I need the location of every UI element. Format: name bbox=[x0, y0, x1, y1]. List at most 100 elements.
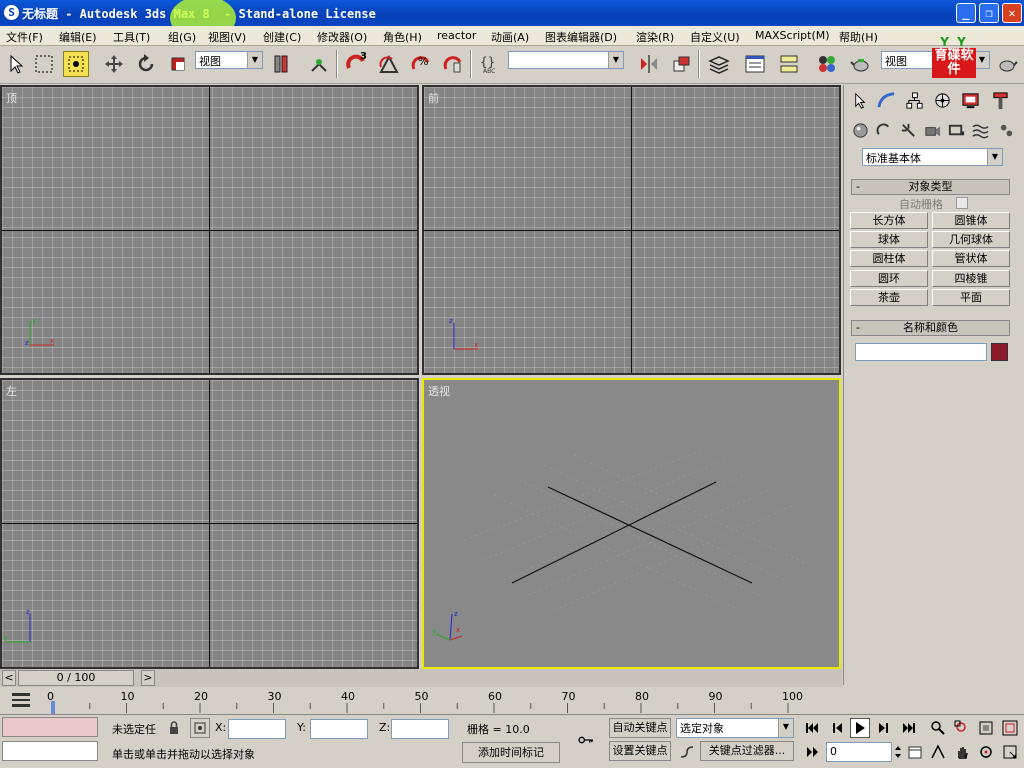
pyramid-button[interactable]: 四棱锥 bbox=[932, 270, 1010, 287]
set-key-button[interactable]: 设置关键点 bbox=[609, 741, 671, 761]
menu-modifiers[interactable]: 修改器(O) bbox=[317, 29, 367, 45]
mirror-button[interactable] bbox=[636, 51, 662, 77]
front-viewport[interactable]: 前 zx bbox=[422, 85, 841, 375]
app-logo-icon[interactable]: S bbox=[4, 5, 19, 20]
box-button[interactable]: 长方体 bbox=[850, 212, 928, 229]
z-coordinate-input[interactable] bbox=[391, 719, 449, 739]
selection-lock-toggle[interactable] bbox=[164, 718, 184, 738]
menu-character[interactable]: 角色(H) bbox=[383, 29, 422, 45]
zoom-extents-all-button[interactable] bbox=[1000, 718, 1020, 738]
utilities-tab[interactable] bbox=[988, 89, 1012, 111]
object-color-swatch[interactable] bbox=[991, 343, 1008, 361]
object-name-input[interactable] bbox=[855, 343, 987, 361]
menu-create[interactable]: 创建(C) bbox=[263, 29, 301, 45]
set-key-big-button[interactable] bbox=[565, 725, 607, 755]
helpers-category-button[interactable] bbox=[944, 119, 968, 141]
menu-reactor[interactable]: reactor bbox=[437, 29, 476, 42]
close-button[interactable]: ✕ bbox=[1002, 3, 1022, 23]
menu-group[interactable]: 组(G) bbox=[168, 29, 196, 45]
modify-tab[interactable] bbox=[874, 89, 898, 111]
key-filters-button[interactable]: 关键点过滤器... bbox=[700, 741, 794, 761]
snap-toggle-button[interactable]: 3 bbox=[343, 51, 369, 77]
left-viewport[interactable]: 左 zy bbox=[0, 378, 419, 669]
cylinder-button[interactable]: 圆柱体 bbox=[850, 250, 928, 267]
menu-help[interactable]: 帮助(H) bbox=[839, 29, 878, 45]
select-move-button[interactable] bbox=[101, 51, 127, 77]
angle-snap-button[interactable] bbox=[376, 51, 402, 77]
spacewarps-category-button[interactable] bbox=[968, 119, 992, 141]
render-type-select[interactable]: 视图 bbox=[881, 51, 937, 69]
maximize-button[interactable]: ❐ bbox=[979, 3, 999, 23]
motion-tab[interactable] bbox=[930, 89, 954, 111]
menu-edit[interactable]: 编辑(E) bbox=[59, 29, 97, 45]
window-crossing-button[interactable] bbox=[63, 51, 89, 77]
top-viewport[interactable]: 顶 y x z bbox=[0, 85, 419, 375]
menu-file[interactable]: 文件(F) bbox=[6, 29, 43, 45]
plane-button[interactable]: 平面 bbox=[932, 289, 1010, 306]
frame-spinner[interactable] bbox=[893, 742, 903, 762]
y-coordinate-input[interactable] bbox=[310, 719, 368, 739]
time-slider-thumb[interactable]: 0 / 100 bbox=[18, 670, 134, 686]
play-button[interactable] bbox=[850, 718, 870, 738]
cameras-category-button[interactable] bbox=[920, 119, 944, 141]
zoom-extents-button[interactable] bbox=[976, 718, 996, 738]
key-selection-set-select[interactable]: 选定对象 ▼ bbox=[676, 718, 794, 738]
name-color-rollout[interactable]: - 名称和颜色 bbox=[851, 320, 1010, 336]
object-type-rollout[interactable]: - 对象类型 bbox=[851, 179, 1010, 195]
zoom-all-button[interactable] bbox=[952, 718, 972, 738]
select-manipulate-button[interactable] bbox=[306, 51, 332, 77]
maxscript-input-field[interactable] bbox=[2, 741, 98, 761]
align-button[interactable] bbox=[668, 51, 694, 77]
hierarchy-tab[interactable] bbox=[902, 89, 926, 111]
cone-button[interactable]: 圆锥体 bbox=[932, 212, 1010, 229]
edit-named-selection-button[interactable]: {} ABC bbox=[477, 51, 503, 77]
zoom-button[interactable] bbox=[928, 718, 948, 738]
object-category-select[interactable]: 标准基本体 ▼ bbox=[862, 148, 1003, 166]
arc-rotate-button[interactable] bbox=[976, 742, 996, 762]
teapot-button[interactable]: 茶壶 bbox=[850, 289, 928, 306]
current-frame-marker[interactable] bbox=[51, 701, 55, 714]
go-to-start-button[interactable] bbox=[802, 718, 822, 738]
auto-key-button[interactable]: 自动关键点 bbox=[609, 718, 671, 738]
display-tab[interactable] bbox=[958, 89, 982, 111]
menu-graph-editors[interactable]: 图表编辑器(D) bbox=[545, 29, 617, 45]
menu-customize[interactable]: 自定义(U) bbox=[690, 29, 740, 45]
select-rotate-button[interactable] bbox=[133, 51, 159, 77]
systems-category-button[interactable] bbox=[994, 119, 1018, 141]
time-prev-button[interactable]: < bbox=[2, 670, 16, 686]
key-mode-toggle[interactable] bbox=[802, 742, 822, 762]
geometry-category-button[interactable] bbox=[848, 119, 872, 141]
maximize-viewport-button[interactable] bbox=[1000, 742, 1020, 762]
mini-curve-editor-button[interactable] bbox=[10, 691, 32, 709]
maxscript-listener-field[interactable] bbox=[2, 717, 98, 737]
region-select-button[interactable] bbox=[31, 51, 57, 77]
add-time-tag-button[interactable]: 添加时间标记 bbox=[462, 742, 560, 763]
menu-maxscript[interactable]: MAXScript(M) bbox=[755, 29, 830, 42]
x-coordinate-input[interactable] bbox=[228, 719, 286, 739]
select-object-button[interactable] bbox=[3, 51, 29, 77]
render-scene-button[interactable] bbox=[848, 51, 874, 77]
schematic-view-button[interactable] bbox=[776, 51, 802, 77]
shapes-category-button[interactable] bbox=[872, 119, 896, 141]
autogrid-checkbox[interactable] bbox=[956, 197, 968, 209]
create-tab[interactable] bbox=[848, 89, 872, 111]
curve-editor-button[interactable] bbox=[742, 51, 768, 77]
menu-tools[interactable]: 工具(T) bbox=[113, 29, 150, 45]
sphere-button[interactable]: 球体 bbox=[850, 231, 928, 248]
default-tangent-button[interactable] bbox=[677, 742, 697, 762]
menu-rendering[interactable]: 渲染(R) bbox=[636, 29, 674, 45]
go-to-end-button[interactable] bbox=[899, 718, 919, 738]
layer-manager-button[interactable] bbox=[706, 51, 732, 77]
tube-button[interactable]: 管状体 bbox=[932, 250, 1010, 267]
spinner-snap-button[interactable] bbox=[440, 51, 466, 77]
perspective-viewport[interactable]: 透视 zxy bbox=[422, 378, 841, 669]
previous-frame-button[interactable] bbox=[828, 718, 848, 738]
menu-animation[interactable]: 动画(A) bbox=[491, 29, 529, 45]
reference-coordinate-select[interactable]: 视图 ▼ bbox=[195, 51, 263, 69]
current-frame-input[interactable]: 0 bbox=[826, 742, 892, 762]
menu-views[interactable]: 视图(V) bbox=[208, 29, 246, 45]
geosphere-button[interactable]: 几何球体 bbox=[932, 231, 1010, 248]
quick-render-button[interactable] bbox=[994, 51, 1020, 77]
torus-button[interactable]: 圆环 bbox=[850, 270, 928, 287]
pivot-center-button[interactable] bbox=[268, 51, 294, 77]
